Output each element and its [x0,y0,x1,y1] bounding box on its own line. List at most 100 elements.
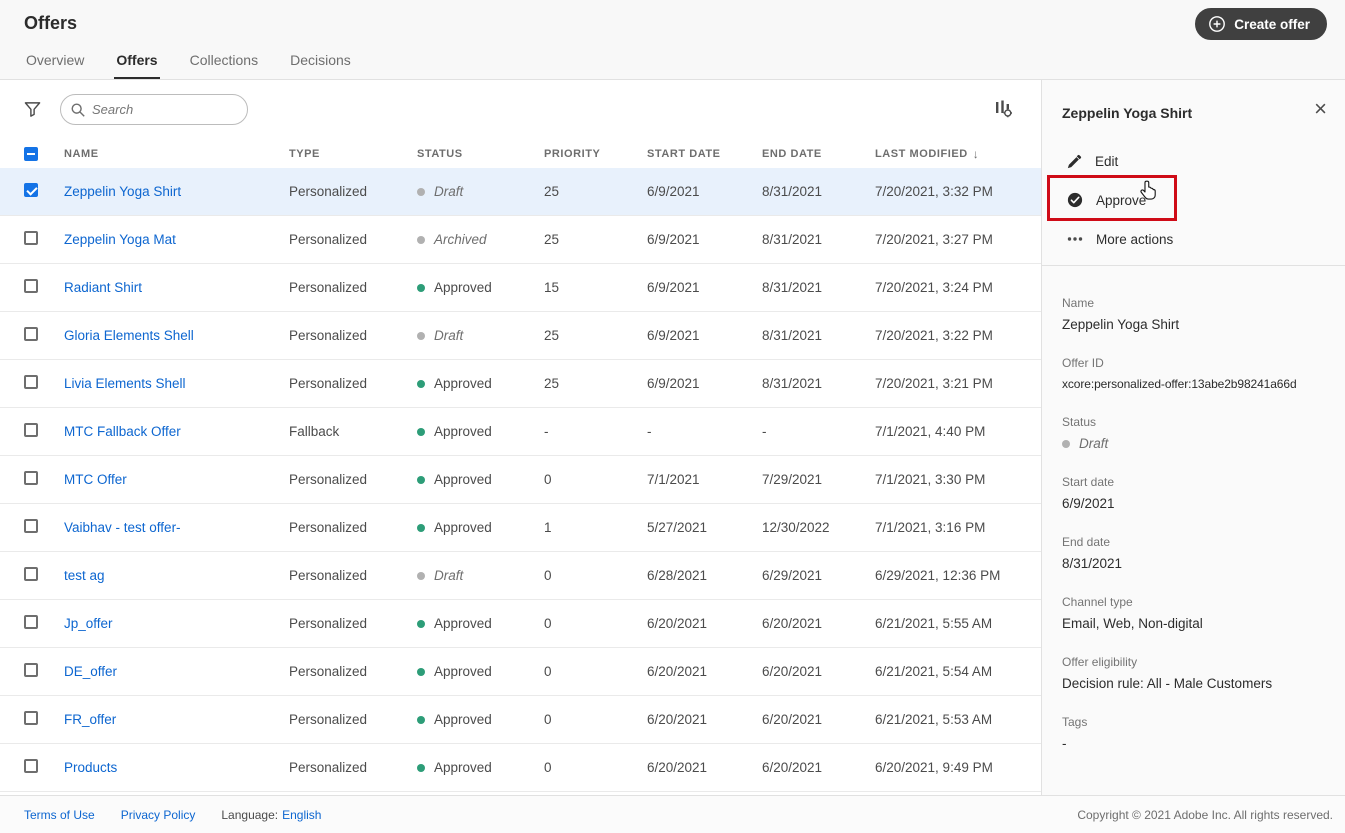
offer-type: Personalized [289,328,368,343]
table-row[interactable]: Radiant Shirt Personalized Approved 15 6… [0,264,1041,312]
row-checkbox[interactable] [24,615,38,629]
offer-name-link[interactable]: Gloria Elements Shell [64,328,194,343]
status-text: Approved [434,520,492,535]
row-checkbox[interactable] [24,711,38,725]
column-header-type[interactable]: TYPE [289,148,417,160]
tab-offers[interactable]: Offers [114,52,160,79]
offer-type: Personalized [289,232,368,247]
row-checkbox[interactable] [24,759,38,773]
row-checkbox[interactable] [24,327,38,341]
column-header-end-date[interactable]: END DATE [762,148,875,160]
table-row[interactable]: FR_offer Personalized Approved 0 6/20/20… [0,696,1041,744]
page-title: Offers [24,13,78,33]
offer-name-link[interactable]: MTC Fallback Offer [64,424,181,439]
language-selector: Language: English [221,808,321,822]
offer-priority: 0 [544,712,552,727]
table-row[interactable]: MTC Offer Personalized Approved 0 7/1/20… [0,456,1041,504]
terms-of-use-link[interactable]: Terms of Use [24,808,95,822]
plus-circle-icon [1208,15,1226,33]
approve-action[interactable]: Approve [1042,178,1345,222]
row-checkbox[interactable] [24,567,38,581]
status-text: Approved [434,760,492,775]
offer-name-link[interactable]: DE_offer [64,664,117,679]
tab-decisions[interactable]: Decisions [288,52,353,79]
copyright-text: Copyright © 2021 Adobe Inc. All rights r… [1077,807,1333,822]
offer-priority: 25 [544,376,560,391]
offer-name-link[interactable]: Livia Elements Shell [64,376,186,391]
search-input[interactable] [92,96,240,123]
privacy-policy-link[interactable]: Privacy Policy [121,808,196,822]
offer-name-link[interactable]: Vaibhav - test offer- [64,520,181,535]
table-row[interactable]: Vaibhav - test offer- Personalized Appro… [0,504,1041,552]
filter-icon[interactable] [24,101,41,123]
select-all-checkbox[interactable] [24,147,38,161]
offer-detail-panel: Zeppelin Yoga Shirt × Edit Approve More … [1041,80,1345,795]
row-checkbox[interactable] [24,519,38,533]
offer-last-modified: 7/1/2021, 4:40 PM [875,424,986,439]
table-row[interactable]: Jp_offer Personalized Approved 0 6/20/20… [0,600,1041,648]
field-value-text: Zeppelin Yoga Shirt [1062,317,1180,332]
row-checkbox[interactable] [24,423,38,437]
close-icon[interactable]: × [1314,98,1327,120]
table-row[interactable]: DE_offer Personalized Approved 0 6/20/20… [0,648,1041,696]
status-dot-icon [417,331,425,340]
tab-collections[interactable]: Collections [188,52,260,79]
status-dot-icon [417,235,425,244]
offer-name-link[interactable]: Zeppelin Yoga Mat [64,232,176,247]
table-row[interactable]: Zeppelin Yoga Mat Personalized Archived … [0,216,1041,264]
sort-desc-icon: ↓ [972,147,980,161]
status-dot-icon [1062,439,1070,448]
offer-status: Approved [417,760,544,775]
offer-status: Approved [417,712,544,727]
offer-name-link[interactable]: MTC Offer [64,472,127,487]
offer-name-link[interactable]: FR_offer [64,712,116,727]
table-row[interactable]: Livia Elements Shell Personalized Approv… [0,360,1041,408]
table-row[interactable]: Gloria Elements Shell Personalized Draft… [0,312,1041,360]
offer-end-date: 12/30/2022 [762,520,830,535]
offer-priority: - [544,424,549,439]
row-checkbox[interactable] [24,231,38,245]
offer-name-link[interactable]: Products [64,760,117,775]
panel-divider [1042,265,1345,266]
offer-type: Personalized [289,616,368,631]
column-settings-icon[interactable] [994,99,1013,123]
offer-name-link[interactable]: test ag [64,568,105,583]
offer-priority: 0 [544,472,552,487]
more-actions[interactable]: More actions [1042,222,1345,256]
table-row[interactable]: Products Personalized Approved 0 6/20/20… [0,744,1041,792]
create-offer-button[interactable]: Create offer [1195,8,1327,40]
offer-last-modified: 6/29/2021, 12:36 PM [875,568,1001,583]
offer-end-date: 6/20/2021 [762,760,823,775]
offer-name-link[interactable]: Jp_offer [64,616,113,631]
offer-last-modified: 6/21/2021, 5:53 AM [875,712,993,727]
table-row[interactable]: MTC Fallback Offer Fallback Approved - -… [0,408,1041,456]
column-header-last-modified-label: LAST MODIFIED [875,148,968,160]
offer-type: Fallback [289,424,340,439]
column-header-priority[interactable]: PRIORITY [544,148,647,160]
table-row[interactable]: test ag Personalized Draft 0 6/28/2021 6… [0,552,1041,600]
row-checkbox[interactable] [24,663,38,677]
column-header-status[interactable]: STATUS [417,148,544,160]
row-checkbox[interactable] [24,279,38,293]
field-label: Offer ID [1062,356,1104,370]
row-checkbox[interactable] [24,183,38,197]
row-checkbox[interactable] [24,375,38,389]
offer-name-link[interactable]: Radiant Shirt [64,280,142,295]
offer-type: Personalized [289,568,368,583]
tab-overview[interactable]: Overview [24,52,86,79]
language-link[interactable]: English [282,808,321,822]
offer-status: Approved [417,280,544,295]
status-dot-icon [417,379,425,388]
table-row[interactable]: Zeppelin Yoga Shirt Personalized Draft 2… [0,168,1041,216]
edit-action[interactable]: Edit [1042,144,1345,178]
column-header-start-date[interactable]: START DATE [647,148,762,160]
panel-field: Name Zeppelin Yoga Shirt [1062,296,1329,332]
field-value: Email, Web, Non-digital [1062,616,1329,631]
offer-priority: 25 [544,184,560,199]
row-checkbox[interactable] [24,471,38,485]
offer-priority: 0 [544,568,552,583]
offer-last-modified: 6/20/2021, 9:49 PM [875,760,993,775]
column-header-name[interactable]: NAME [64,148,289,160]
offer-name-link[interactable]: Zeppelin Yoga Shirt [64,184,181,199]
column-header-last-modified[interactable]: LAST MODIFIED ↓ [875,147,1017,161]
